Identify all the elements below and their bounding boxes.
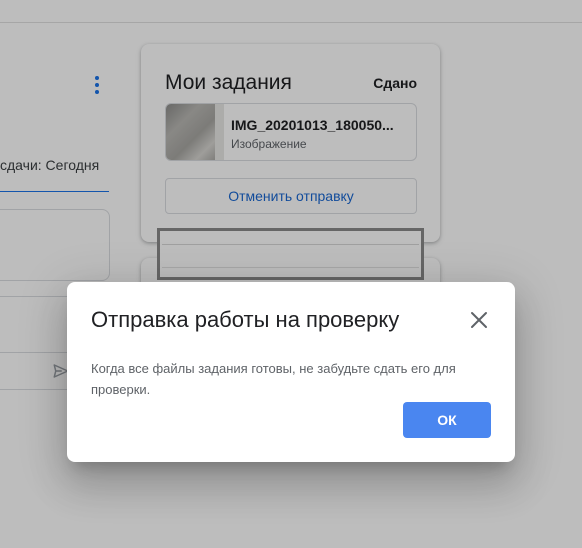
modal-scrim[interactable] xyxy=(0,0,582,548)
submit-dialog: Отправка работы на проверку Когда все фа… xyxy=(67,282,515,462)
dialog-title: Отправка работы на проверку xyxy=(91,307,400,332)
close-icon[interactable] xyxy=(467,308,491,332)
ok-button[interactable]: ОК xyxy=(403,402,491,438)
dialog-message: Когда все файлы задания готовы, не забуд… xyxy=(91,361,456,397)
